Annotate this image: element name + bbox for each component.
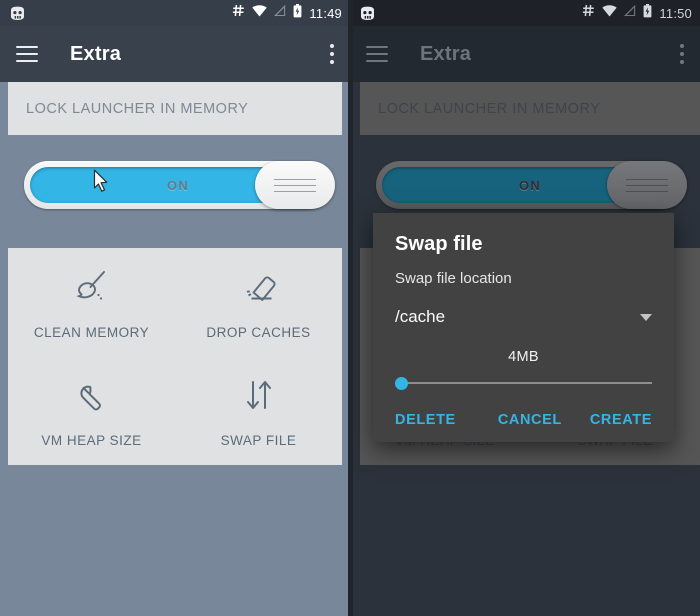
lock-launcher-toggle[interactable]: ON <box>24 161 335 209</box>
hash-icon <box>582 4 595 22</box>
hamburger-menu-icon[interactable] <box>366 46 388 62</box>
section-header-card-left: LOCK LAUNCHER IN MEMORY <box>8 82 342 135</box>
app-bar-left: Extra <box>0 26 350 82</box>
grid-item-label: DROP CACHES <box>206 324 311 340</box>
status-bar-left: 11:49 <box>0 0 350 26</box>
grip-lines-icon[interactable] <box>255 161 335 209</box>
hash-icon <box>232 4 245 22</box>
slider-track <box>395 382 652 384</box>
dialog-title: Swap file <box>395 233 483 255</box>
swap-size-slider[interactable] <box>395 376 652 390</box>
delete-button[interactable]: DELETE <box>395 412 456 428</box>
swap-file-location-dropdown[interactable]: /cache <box>395 307 652 327</box>
overflow-menu-icon[interactable] <box>680 44 684 64</box>
page-title: Extra <box>420 42 472 65</box>
page-title: Extra <box>70 42 122 65</box>
battery-charging-icon <box>293 3 302 23</box>
grid-item-vm-heap-size[interactable]: VM HEAP SIZE <box>8 357 175 466</box>
panel-divider <box>348 0 353 616</box>
grid-item-swap-file[interactable]: SWAP FILE <box>175 357 342 466</box>
phone-screen-right: 11:50 Extra LOCK LAUNCHER IN MEMORY ON S… <box>350 0 700 616</box>
lock-launcher-toggle[interactable]: ON <box>376 161 687 209</box>
up-down-arrows-icon <box>237 373 281 417</box>
hamburger-menu-icon[interactable] <box>16 46 38 62</box>
grid-item-label: VM HEAP SIZE <box>41 433 142 449</box>
overflow-menu-icon[interactable] <box>330 44 334 64</box>
dialog-subtitle: Swap file location <box>395 270 512 287</box>
actions-grid-left: CLEAN MEMORY DROP CACHES VM HEAP SIZE SW… <box>8 248 342 465</box>
swap-size-control: 4MB <box>395 349 652 390</box>
wrench-icon <box>70 373 114 417</box>
swap-file-location-value: /cache <box>395 307 446 326</box>
create-button[interactable]: CREATE <box>590 412 652 428</box>
wifi-icon <box>252 4 268 22</box>
cyanogenmod-cid-icon <box>8 6 27 21</box>
phone-screen-left: 11:49 Extra LOCK LAUNCHER IN MEMORY ON C… <box>0 0 350 616</box>
status-bar-clock: 11:50 <box>659 5 692 21</box>
eraser-icon <box>237 265 281 309</box>
toggle-row-left: ON <box>8 135 342 235</box>
swap-file-dialog: Swap file Swap file location /cache 4MB … <box>373 213 674 442</box>
cyanogenmod-cid-icon <box>358 6 377 21</box>
section-header-card-right: LOCK LAUNCHER IN MEMORY <box>360 82 700 135</box>
dialog-actions: DELETE CANCEL CREATE <box>395 412 652 434</box>
status-bar-right: 11:50 <box>350 0 700 26</box>
signal-off-icon <box>274 4 286 22</box>
battery-charging-icon <box>643 3 652 23</box>
status-bar-clock: 11:49 <box>309 5 342 21</box>
grip-lines-icon[interactable] <box>607 161 687 209</box>
grid-item-clean-memory[interactable]: CLEAN MEMORY <box>8 248 175 357</box>
cancel-button[interactable]: CANCEL <box>498 412 562 428</box>
grid-item-label: CLEAN MEMORY <box>33 324 150 340</box>
swap-size-value: 4MB <box>508 349 539 365</box>
wifi-icon <box>602 4 618 22</box>
status-icons-right: 11:50 <box>582 3 692 23</box>
section-title: LOCK LAUNCHER IN MEMORY <box>26 100 249 117</box>
signal-off-icon <box>624 4 636 22</box>
chevron-down-icon <box>640 313 652 321</box>
app-bar-right: Extra <box>350 26 700 82</box>
status-icons-left: 11:49 <box>232 3 342 23</box>
grid-item-drop-caches[interactable]: DROP CACHES <box>175 248 342 357</box>
mouse-cursor <box>93 169 111 195</box>
section-title: LOCK LAUNCHER IN MEMORY <box>378 100 601 117</box>
grid-item-label: SWAP FILE <box>220 433 297 449</box>
slider-thumb[interactable] <box>395 377 408 390</box>
screenshot-root: 11:49 Extra LOCK LAUNCHER IN MEMORY ON C… <box>0 0 700 616</box>
broom-icon <box>70 265 114 309</box>
